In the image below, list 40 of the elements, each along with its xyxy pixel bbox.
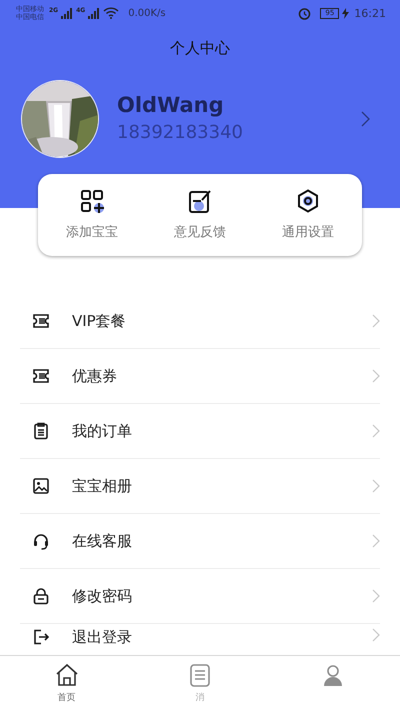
chevron-right-icon (372, 369, 380, 383)
settings-icon (296, 189, 320, 213)
menu-item[interactable]: 在线客服 (20, 514, 380, 569)
quick-action[interactable]: 意见反馈 (146, 174, 254, 256)
ticket-icon (32, 312, 50, 330)
charging-icon (342, 8, 350, 18)
clock: 16:21 (354, 6, 386, 20)
menu-item[interactable]: 我的订单 (20, 404, 380, 459)
phone-number: 18392183340 (117, 121, 244, 145)
menu-item[interactable]: 优惠券 (20, 349, 380, 404)
chevron-right-icon (372, 424, 380, 438)
menu-item[interactable]: 宝宝相册 (20, 459, 380, 514)
note-edit-icon (188, 189, 212, 213)
tab[interactable]: 首页 (0, 656, 134, 711)
menu-item[interactable]: VIP套餐 (20, 294, 380, 349)
wifi-icon (103, 7, 120, 19)
signal-icon (88, 8, 100, 18)
page-title: 个人中心 (169, 38, 231, 59)
image-icon (32, 477, 50, 495)
chevron-right-icon[interactable] (361, 111, 370, 127)
menu-item[interactable]: 退出登录 (20, 624, 380, 656)
chevron-right-icon (372, 628, 380, 642)
grid-add-icon (80, 189, 104, 213)
chevron-right-icon (372, 534, 380, 548)
quick-action[interactable]: 通用设置 (254, 174, 362, 256)
quick-action[interactable]: 添加宝宝 (38, 174, 146, 256)
user-name: OldWang (117, 92, 225, 119)
home-icon (54, 662, 80, 688)
network-speed: 0.00K/s (128, 8, 166, 18)
headset-icon (32, 532, 50, 550)
logout-icon (32, 628, 50, 646)
ticket-icon (32, 367, 50, 385)
clipboard-icon (32, 422, 50, 440)
signal-icon (61, 8, 74, 18)
alarm-icon (298, 6, 312, 20)
chevron-right-icon (372, 314, 380, 328)
lock-icon (32, 587, 50, 605)
chevron-right-icon (372, 589, 380, 603)
chevron-right-icon (372, 479, 380, 493)
menu-item[interactable]: 修改密码 (20, 569, 380, 624)
